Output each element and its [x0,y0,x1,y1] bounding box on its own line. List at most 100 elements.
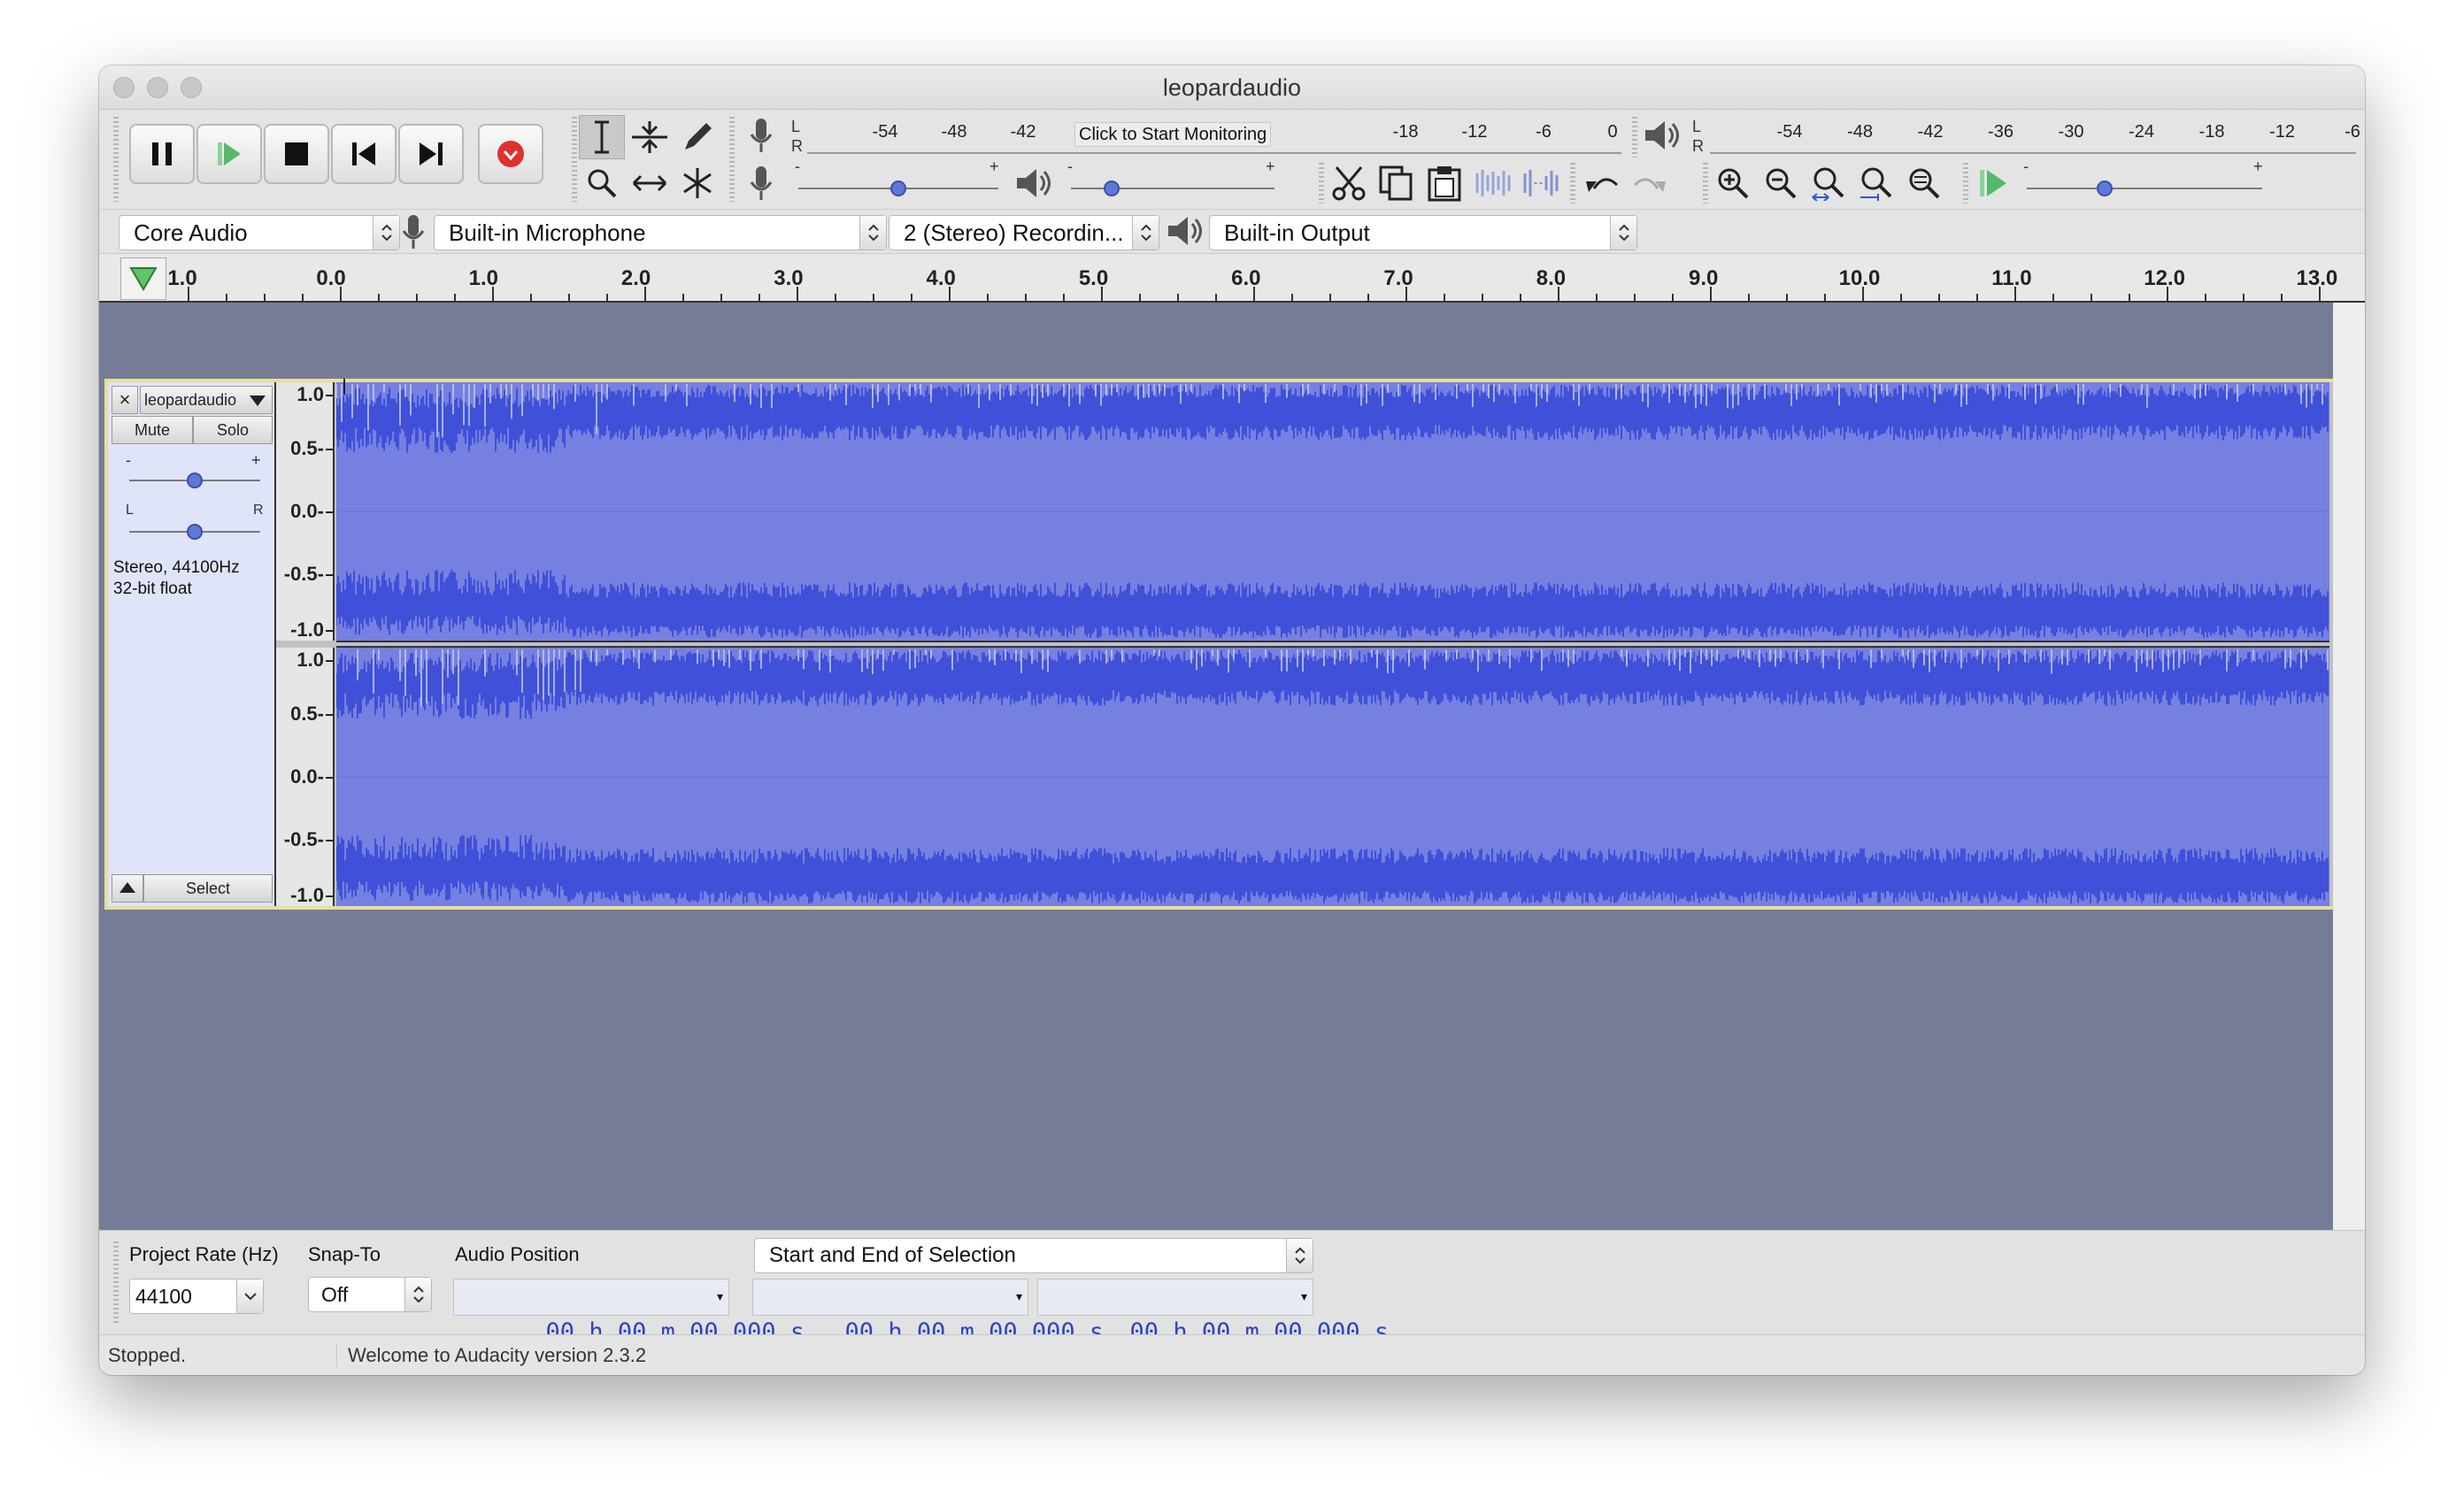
record-button[interactable] [478,124,543,184]
ruler-tick [873,294,874,301]
ruler-label: 7.0 [1383,266,1413,290]
playback-volume-slider[interactable] [1071,181,1274,196]
pan-slider[interactable] [129,524,260,540]
time-shift-tool-button[interactable] [627,161,673,205]
skip-to-start-button[interactable] [331,124,397,184]
ruler-tick [1291,294,1293,301]
record-meter[interactable]: -54 -48 -42 -18 -12 -6 0 Click to Start Monito… [807,113,1621,161]
pan-knob[interactable] [187,524,203,540]
ruler-tick [1710,287,1712,301]
ruler-tick [1596,294,1598,301]
stop-icon [285,142,308,165]
selection-mode-select[interactable]: Start and End of Selection [754,1238,1313,1273]
waveform-right-channel[interactable] [336,648,2329,906]
draw-tool-button[interactable] [674,115,720,159]
zoom-in-icon [1718,168,1749,199]
start-monitoring-prompt[interactable]: Click to Start Monitoring [1074,122,1272,147]
play-button[interactable] [196,124,262,184]
zoom-grip[interactable] [1703,163,1708,204]
skip-to-end-button[interactable] [398,124,464,184]
playback-device-select[interactable]: Built-in Output [1209,215,1637,250]
snap-to-select[interactable]: Off [308,1277,432,1312]
selection-end-field[interactable]: 00 h 00 m 00.000 s ▾ [1037,1279,1389,1346]
project-rate-label: Project Rate (Hz) [129,1243,279,1265]
track-control-panel: × leopardaudio Mute Solo - + L R Stereo,… [108,382,276,906]
dropdown-triangle-icon[interactable]: ▾ [715,1279,725,1315]
fit-selection-button[interactable] [1806,161,1852,205]
timeline-options-button[interactable] [120,257,166,300]
selection-start-field[interactable]: 00 h 00 m 00.000 s ▾ [752,1279,1104,1346]
track-format: Stereo, 44100Hz [113,558,240,577]
gain-knob[interactable] [187,473,203,488]
waveform-left-channel[interactable] [336,382,2329,641]
multi-tool-icon [683,168,712,198]
dropdown-triangle-icon[interactable]: ▾ [1299,1279,1309,1315]
zoom-toggle-button[interactable] [1901,161,1947,205]
undo-grip[interactable] [1570,163,1575,204]
redo-button[interactable] [1627,161,1673,205]
select-track-button[interactable]: Select [143,874,273,903]
ruler-tick [1748,294,1750,301]
ruler-label: 4.0 [926,266,956,290]
mute-button[interactable]: Mute [112,416,193,444]
play-at-speed-button[interactable] [1970,161,2016,205]
playback-meter-button[interactable] [1639,113,1685,158]
paste-button[interactable] [1421,161,1467,205]
ruler-label: 10.0 [1838,266,1881,290]
copy-button[interactable] [1374,161,1420,205]
track-close-button[interactable]: × [112,386,138,414]
toolbar-grip[interactable] [113,117,119,202]
ruler-tick [2014,287,2016,301]
playback-meter[interactable]: -54-48-42-36-30-24-18-12-60 [1710,113,2360,161]
play-at-speed-grip[interactable] [1963,163,1968,204]
track-panel[interactable]: × leopardaudio Mute Solo - + L R Stereo,… [99,303,2337,1269]
playback-volume-knob[interactable] [1104,181,1120,196]
collapse-track-button[interactable] [112,874,143,903]
audio-track[interactable]: × leopardaudio Mute Solo - + L R Stereo,… [104,379,2337,910]
project-rate-select[interactable]: 44100 [129,1279,264,1314]
record-meter-grip[interactable] [729,117,735,202]
selection-grip[interactable] [113,1241,119,1325]
tools-grip[interactable] [572,117,577,202]
undo-button[interactable] [1579,161,1625,205]
recording-device-select[interactable]: Built-in Microphone [434,215,887,250]
gain-slider[interactable] [129,473,260,488]
play-speed-slider[interactable] [2027,181,2262,196]
zoom-tool-button[interactable] [579,161,625,205]
play-speed-minus: - [2023,158,2029,175]
multi-tool-button[interactable] [674,161,720,205]
edit-grip[interactable] [1319,163,1324,204]
updown-arrows-icon [859,216,886,250]
silence-audio-button[interactable] [1517,161,1563,205]
cut-button[interactable] [1326,161,1372,205]
fit-project-button[interactable] [1853,161,1899,205]
vertical-scrollbar[interactable] [2333,303,2365,1269]
play-meter-grip[interactable] [1632,117,1637,158]
envelope-tool-button[interactable] [627,115,673,159]
trim-audio-button[interactable] [1469,161,1515,205]
dropdown-triangle-icon[interactable]: ▾ [1014,1279,1024,1315]
ruler-tick [987,294,989,301]
gain-minus: - [126,451,131,469]
play-speed-knob[interactable] [2096,181,2113,196]
pause-button[interactable] [129,124,195,184]
ruler-tick [1862,287,1864,301]
selection-tool-button[interactable] [579,115,625,159]
zoom-out-button[interactable] [1758,161,1804,205]
channel-separator[interactable] [336,641,2329,648]
track-menu-button[interactable]: leopardaudio [140,386,273,414]
record-volume-slider[interactable] [798,181,998,196]
stop-button[interactable] [264,124,329,184]
audio-host-select[interactable]: Core Audio [119,215,400,250]
timeline-ruler[interactable]: 1.0 0.0 1.0 2.0 3.0 4.0 5.0 6.0 7.0 8.0 9.0 10.0 11.… [99,253,2365,303]
zoom-in-button[interactable] [1710,161,1756,205]
status-bar: Stopped. Welcome to Audacity version 2.3… [99,1334,2365,1375]
record-volume-knob[interactable] [890,181,906,196]
recording-channels-select[interactable]: 2 (Stereo) Recordin... [889,215,1159,250]
track-info: Stereo, 44100Hz 32-bit float [113,557,240,600]
ruler-tick [1367,294,1369,301]
ruler-tick [758,294,760,301]
audio-position-field[interactable]: 00 h 00 m 00.000 s ▾ [453,1279,805,1346]
record-meter-button[interactable] [738,113,784,158]
solo-button[interactable]: Solo [193,416,273,444]
